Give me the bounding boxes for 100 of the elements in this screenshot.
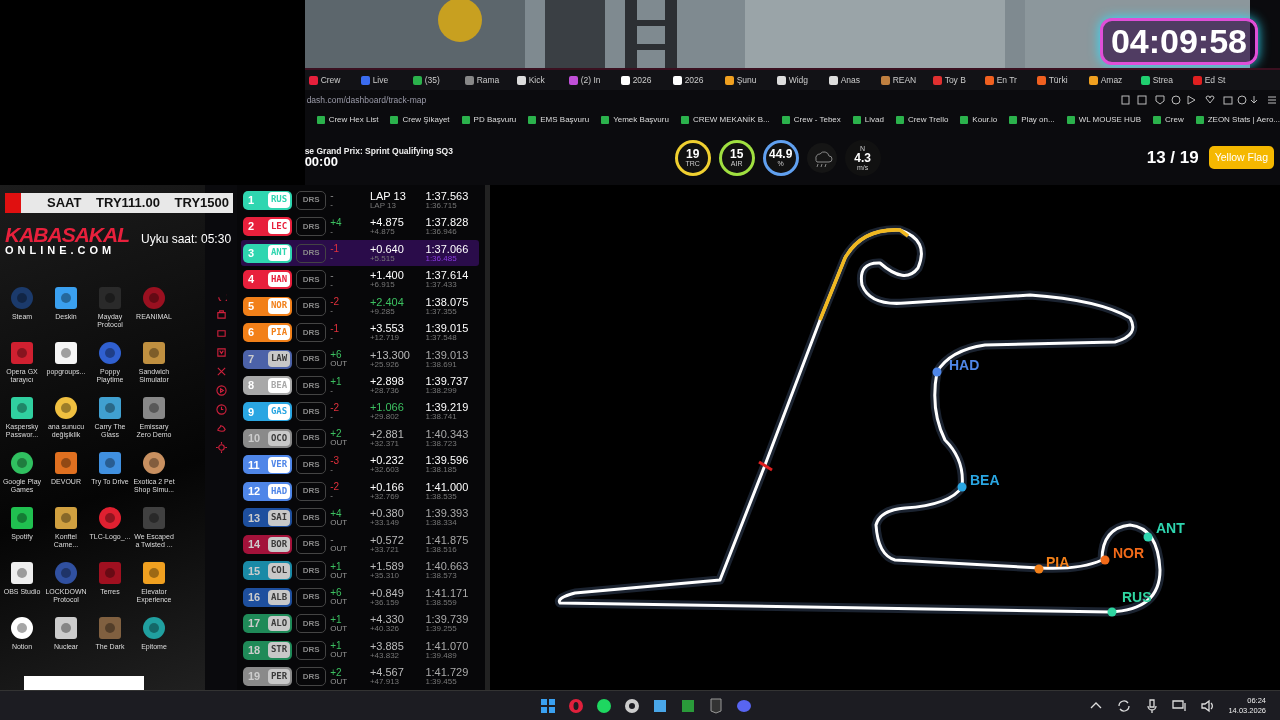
app-icon	[97, 340, 123, 366]
gap-time: +3.885	[369, 639, 404, 652]
browser-tab[interactable]: Toy B	[928, 73, 981, 87]
driver-marker[interactable]	[1034, 564, 1044, 574]
timing-row[interactable]: 15 COL DRS +1 OUT +1.589 +35.310 1:40.663 1:38.573	[241, 557, 479, 585]
bookmark-link[interactable]: EMS Başvuru	[528, 114, 590, 126]
browser-tab[interactable]: Widg	[772, 73, 825, 87]
bookmark-link[interactable]: Crew Trello	[895, 114, 949, 126]
app-window-icon[interactable]	[652, 697, 668, 714]
status-text: OUT	[330, 545, 349, 554]
timing-row[interactable]: 19 PER DRS +2 OUT +4.567 +47.913 1:41.729 1:39.455	[241, 663, 479, 690]
interval-time: LAP 13	[369, 201, 397, 210]
timing-row[interactable]: 5 NOR DRS -2 - +2.404 +9.285 1:38.075 1:37.355	[241, 292, 479, 320]
best-lap-time: 1:38.516	[425, 545, 458, 554]
driver-label: ANT	[1156, 520, 1185, 536]
browser-tab[interactable]: 2026	[616, 73, 669, 87]
timing-row[interactable]: 14 BOR DRS - OUT +0.572 +33.721 1:41.875 1:38.516	[241, 531, 479, 558]
bookmark-link[interactable]: Kour.io	[960, 114, 998, 126]
status-text: -	[330, 492, 334, 501]
bookmark-icon	[960, 116, 969, 124]
browser-tab[interactable]: Crew	[304, 73, 357, 87]
app-icon	[53, 285, 79, 311]
browser-tab[interactable]: (35)	[408, 73, 461, 87]
game-store-icon[interactable]	[680, 697, 696, 714]
browser-tab[interactable]: Şunu	[720, 73, 773, 87]
browser-tab[interactable]: Amaz	[1084, 73, 1137, 87]
bookmark-link[interactable]: WL MOUSE HUB	[1066, 114, 1141, 126]
app-icon	[9, 395, 35, 421]
browser-tab[interactable]: Türki	[1032, 73, 1085, 87]
browser-tab[interactable]: (2) In	[564, 73, 617, 87]
browser-tab[interactable]: Anas	[824, 73, 877, 87]
timing-row[interactable]: 11 VER DRS -3 - +0.232 +32.603 1:39.596 1:38.185	[241, 451, 479, 479]
start-menu-icon[interactable]	[540, 697, 556, 714]
browser-tab[interactable]: En Tr	[980, 73, 1033, 87]
best-lap-time: 1:36.485	[425, 254, 458, 263]
gap-time: LAP 13	[369, 189, 406, 202]
lap-time: 1:38.075	[425, 295, 469, 308]
bookmark-link[interactable]: ZEON Stats | Aero...	[1195, 114, 1280, 126]
driver-marker[interactable]	[932, 367, 942, 377]
timing-row[interactable]: 12 HAD DRS -2 - +0.166 +32.769 1:41.000 1:38.535	[241, 478, 479, 505]
driver-marker[interactable]	[1143, 532, 1153, 542]
epic-games-icon[interactable]	[708, 697, 724, 714]
recorder-icon[interactable]	[624, 697, 640, 714]
browser-tab[interactable]: Live	[356, 73, 409, 87]
driver-marker[interactable]	[1107, 607, 1117, 617]
timing-row[interactable]: 2 LEC DRS +4 - +4.875 +4.875 1:37.828 1:36.946	[241, 213, 479, 240]
gap-time: +4.875	[369, 216, 404, 229]
driver-marker[interactable]	[1100, 555, 1110, 565]
position-badge: 13 SAI	[243, 508, 293, 528]
browser-tab[interactable]: REAN	[876, 73, 929, 87]
ticker-text: TRY1500	[174, 194, 229, 213]
address-bar[interactable]: dash.com/dashboard/track-map	[306, 93, 427, 107]
best-lap-time: 1:38.691	[425, 360, 458, 369]
music-app-icon[interactable]	[596, 697, 612, 714]
timing-row[interactable]: 18 STR DRS +1 OUT +3.885 +43.832 1:41.070 1:39.489	[241, 636, 479, 664]
browser-icon[interactable]	[568, 697, 584, 714]
status-text: -	[330, 386, 334, 395]
bookmark-link[interactable]: CREW MEKANİK B...	[680, 114, 770, 126]
bookmark-link[interactable]: Crew Hex List	[316, 114, 379, 126]
bookmark-link[interactable]: Crew Şikayet	[390, 114, 450, 126]
driver-marker[interactable]	[957, 482, 967, 492]
app-icon	[141, 395, 167, 421]
timing-row[interactable]: 3 ANT DRS -1 - +0.640 +5.515 1:37.066 1:36.485	[241, 239, 479, 267]
bookmark-icon	[1066, 116, 1075, 124]
browser-tab[interactable]: Kick	[512, 73, 565, 87]
timing-row[interactable]: 7 LAW DRS +6 OUT +13.300 +25.926 1:39.013 1:38.691	[241, 345, 479, 373]
timing-row[interactable]: 6 PIA DRS -1 - +3.553 +12.719 1:39.015 1:37.548	[241, 319, 479, 346]
timing-row[interactable]: 4 HAN DRS - - +1.400 +6.915 1:37.614 1:37.433	[241, 266, 479, 293]
bookmark-link[interactable]: Yemek Başvuru	[601, 114, 669, 126]
driver-label: RUS	[1122, 589, 1152, 605]
browser-tab[interactable]: 2026	[668, 73, 721, 87]
timing-row[interactable]: 17 ALO DRS +1 OUT +4.330 +40.326 1:39.739 1:39.255	[241, 610, 479, 637]
gap-time: +1.066	[369, 401, 404, 414]
bookmark-link[interactable]: Crew - Tebex	[781, 114, 841, 126]
browser-tab[interactable]: Strea	[1136, 73, 1189, 87]
chat-app-icon[interactable]	[736, 697, 752, 714]
bookmark-link[interactable]: PD Başvuru	[461, 114, 517, 126]
status-text: -	[330, 280, 334, 289]
gap-time: +0.849	[369, 586, 404, 599]
app-icon	[97, 285, 123, 311]
network-icon[interactable]	[1172, 697, 1189, 714]
bookmark-link[interactable]: Play on...	[1009, 114, 1055, 126]
timing-row[interactable]: 9 GAS DRS -2 - +1.066 +29.802 1:39.219 1:38.741	[241, 398, 479, 426]
browser-tab[interactable]: Rama	[460, 73, 513, 87]
status-text: OUT	[330, 518, 349, 527]
sync-icon[interactable]	[1116, 697, 1133, 714]
app-icon	[141, 560, 167, 586]
lap-time: 1:39.393	[425, 507, 469, 520]
timing-row[interactable]: 10 OCO DRS +2 OUT +2.881 +32.371 1:40.343 1:38.723	[241, 425, 479, 452]
best-lap-time: 1:39.489	[425, 651, 458, 660]
timing-row[interactable]: 1 RUS DRS - - LAP 13 LAP 13 1:37.563 1:36.715	[241, 187, 479, 214]
browser-tab[interactable]: Ed St	[1188, 73, 1241, 87]
timing-row[interactable]: 16 ALB DRS +6 OUT +0.849 +36.159 1:41.171 1:38.559	[241, 584, 479, 611]
timing-row[interactable]: 8 BEA DRS +1 - +2.898 +28.736 1:39.737 1:38.299	[241, 372, 479, 399]
lap-time: 1:40.663	[425, 560, 469, 573]
bookmark-link[interactable]: Crew	[1153, 114, 1184, 126]
interval-time: +32.371	[369, 439, 401, 448]
bookmark-link[interactable]: Livad	[852, 114, 884, 126]
app-icon	[9, 615, 35, 641]
timing-row[interactable]: 13 SAI DRS +4 OUT +0.380 +33.149 1:39.393 1:38.334	[241, 504, 479, 532]
